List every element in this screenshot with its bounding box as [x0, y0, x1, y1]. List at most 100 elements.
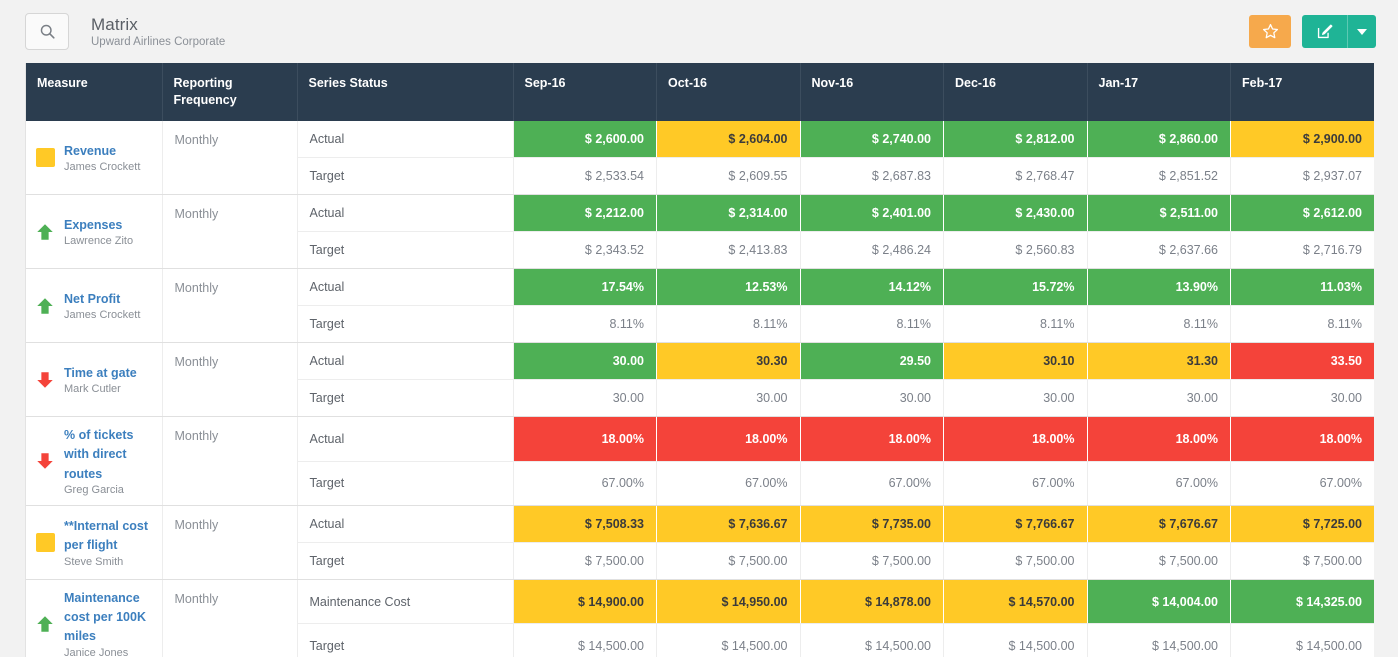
value-cell[interactable]: 30.00 [656, 379, 801, 418]
column-header-feb-17[interactable]: Feb-17 [1230, 63, 1374, 121]
edit-dropdown-button[interactable] [1347, 15, 1376, 48]
value-cell[interactable]: 8.11% [943, 305, 1088, 344]
value-cell[interactable]: 30.00 [943, 379, 1088, 418]
value-cell[interactable]: $ 7,500.00 [1087, 542, 1231, 580]
value-cell[interactable]: 18.00% [800, 416, 944, 462]
value-cell[interactable]: 8.11% [1230, 305, 1374, 344]
value-cell[interactable]: $ 14,900.00 [513, 579, 657, 625]
value-cell[interactable]: $ 2,430.00 [943, 194, 1088, 233]
value-cell[interactable]: 30.00 [800, 379, 944, 418]
value-cell[interactable]: $ 14,325.00 [1230, 579, 1374, 625]
value-cell[interactable]: $ 2,413.83 [656, 231, 801, 270]
value-cell[interactable]: 30.00 [513, 379, 657, 418]
column-header-series[interactable]: Series Status [297, 63, 514, 121]
edit-button[interactable] [1302, 15, 1347, 48]
value-cell[interactable]: $ 2,401.00 [800, 194, 944, 233]
column-header-dec-16[interactable]: Dec-16 [943, 63, 1088, 121]
value-cell[interactable]: $ 2,812.00 [943, 120, 1088, 159]
value-cell[interactable]: $ 2,609.55 [656, 157, 801, 196]
value-cell[interactable]: $ 14,570.00 [943, 579, 1088, 625]
value-cell[interactable]: 67.00% [513, 461, 657, 507]
value-cell[interactable]: 67.00% [1230, 461, 1374, 507]
value-cell[interactable]: $ 7,500.00 [800, 542, 944, 580]
value-cell[interactable]: 67.00% [1087, 461, 1231, 507]
value-cell[interactable]: 17.54% [513, 268, 657, 307]
favorite-button[interactable] [1249, 15, 1291, 48]
value-cell[interactable]: 18.00% [656, 416, 801, 462]
value-cell[interactable]: $ 2,768.47 [943, 157, 1088, 196]
value-cell[interactable]: $ 2,511.00 [1087, 194, 1231, 233]
measure-name-link[interactable]: % of tickets with direct routes [64, 428, 133, 480]
column-header-frequency[interactable]: Reporting Frequency [162, 63, 298, 121]
value-cell[interactable]: $ 2,314.00 [656, 194, 801, 233]
value-cell[interactable]: $ 2,851.52 [1087, 157, 1231, 196]
value-cell[interactable]: 31.30 [1087, 342, 1231, 381]
value-cell[interactable]: $ 2,740.00 [800, 120, 944, 159]
value-cell[interactable]: $ 14,500.00 [1230, 623, 1374, 657]
value-cell[interactable]: $ 2,533.54 [513, 157, 657, 196]
value-cell[interactable]: 12.53% [656, 268, 801, 307]
value-cell[interactable]: 67.00% [943, 461, 1088, 507]
value-cell[interactable]: $ 2,716.79 [1230, 231, 1374, 270]
value-cell[interactable]: 8.11% [656, 305, 801, 344]
value-cell[interactable]: 8.11% [513, 305, 657, 344]
measure-name-link[interactable]: Expenses [64, 218, 122, 232]
value-cell[interactable]: 18.00% [1230, 416, 1374, 462]
value-cell[interactable]: 18.00% [943, 416, 1088, 462]
value-cell[interactable]: $ 2,900.00 [1230, 120, 1374, 159]
value-cell[interactable]: 30.00 [513, 342, 657, 381]
value-cell[interactable]: 33.50 [1230, 342, 1374, 381]
value-cell[interactable]: $ 2,560.83 [943, 231, 1088, 270]
value-cell[interactable]: 8.11% [1087, 305, 1231, 344]
value-cell[interactable]: $ 7,500.00 [656, 542, 801, 580]
value-cell[interactable]: $ 14,004.00 [1087, 579, 1231, 625]
value-cell[interactable]: 67.00% [800, 461, 944, 507]
value-cell[interactable]: 18.00% [513, 416, 657, 462]
column-header-nov-16[interactable]: Nov-16 [800, 63, 944, 121]
search-button[interactable] [25, 13, 69, 50]
measure-name-link[interactable]: Revenue [64, 144, 116, 158]
column-header-oct-16[interactable]: Oct-16 [656, 63, 801, 121]
value-cell[interactable]: $ 2,612.00 [1230, 194, 1374, 233]
value-cell[interactable]: 29.50 [800, 342, 944, 381]
value-cell[interactable]: 67.00% [656, 461, 801, 507]
value-cell[interactable]: $ 14,500.00 [513, 623, 657, 657]
value-cell[interactable]: $ 14,500.00 [800, 623, 944, 657]
value-cell[interactable]: $ 14,500.00 [943, 623, 1088, 657]
column-header-jan-17[interactable]: Jan-17 [1087, 63, 1231, 121]
value-cell[interactable]: $ 7,735.00 [800, 505, 944, 543]
value-cell[interactable]: $ 14,500.00 [656, 623, 801, 657]
value-cell[interactable]: $ 2,637.66 [1087, 231, 1231, 270]
column-header-measure[interactable]: Measure [26, 63, 163, 121]
value-cell[interactable]: $ 2,937.07 [1230, 157, 1374, 196]
value-cell[interactable]: 13.90% [1087, 268, 1231, 307]
value-cell[interactable]: $ 2,604.00 [656, 120, 801, 159]
value-cell[interactable]: $ 7,500.00 [1230, 542, 1374, 580]
value-cell[interactable]: $ 14,500.00 [1087, 623, 1231, 657]
value-cell[interactable]: $ 7,508.33 [513, 505, 657, 543]
measure-name-link[interactable]: Time at gate [64, 366, 137, 380]
value-cell[interactable]: 14.12% [800, 268, 944, 307]
value-cell[interactable]: $ 2,860.00 [1087, 120, 1231, 159]
measure-name-link[interactable]: Maintenance cost per 100K miles [64, 591, 146, 643]
value-cell[interactable]: $ 14,950.00 [656, 579, 801, 625]
column-header-sep-16[interactable]: Sep-16 [513, 63, 657, 121]
value-cell[interactable]: 8.11% [800, 305, 944, 344]
value-cell[interactable]: 30.10 [943, 342, 1088, 381]
value-cell[interactable]: $ 7,500.00 [943, 542, 1088, 580]
value-cell[interactable]: $ 2,600.00 [513, 120, 657, 159]
value-cell[interactable]: 18.00% [1087, 416, 1231, 462]
value-cell[interactable]: $ 7,500.00 [513, 542, 657, 580]
value-cell[interactable]: $ 7,725.00 [1230, 505, 1374, 543]
value-cell[interactable]: $ 2,212.00 [513, 194, 657, 233]
value-cell[interactable]: $ 7,676.67 [1087, 505, 1231, 543]
value-cell[interactable]: 30.00 [1230, 379, 1374, 418]
value-cell[interactable]: $ 14,878.00 [800, 579, 944, 625]
value-cell[interactable]: 30.00 [1087, 379, 1231, 418]
value-cell[interactable]: $ 2,687.83 [800, 157, 944, 196]
value-cell[interactable]: 30.30 [656, 342, 801, 381]
measure-name-link[interactable]: Net Profit [64, 292, 120, 306]
value-cell[interactable]: 11.03% [1230, 268, 1374, 307]
value-cell[interactable]: $ 7,766.67 [943, 505, 1088, 543]
measure-name-link[interactable]: **Internal cost per flight [64, 519, 148, 552]
